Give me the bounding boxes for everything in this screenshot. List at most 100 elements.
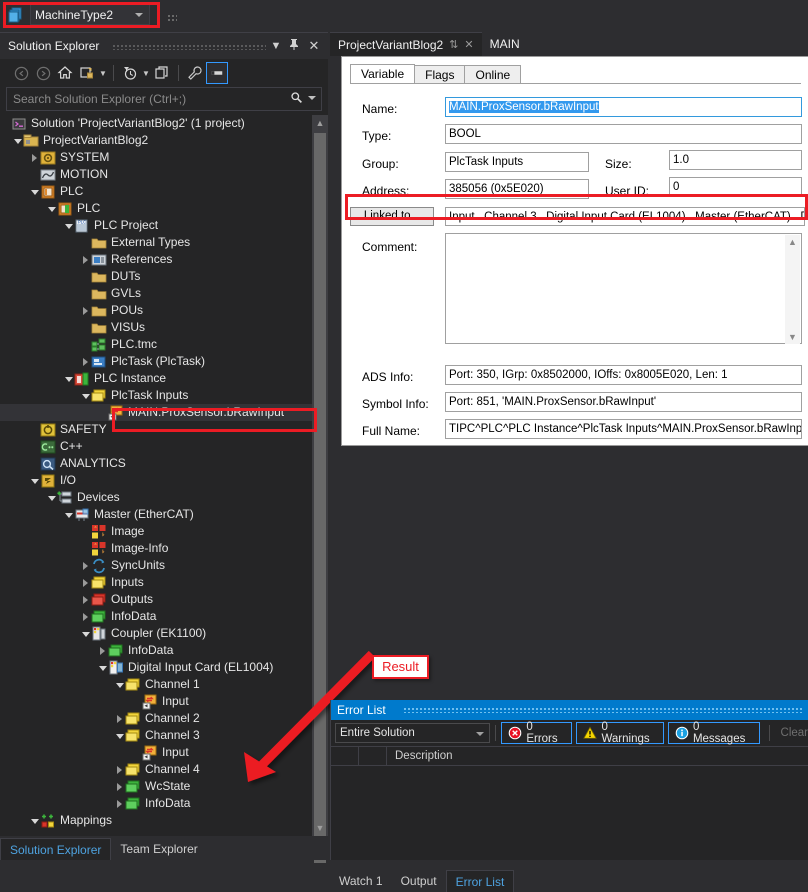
expand-icon[interactable] <box>29 149 40 166</box>
tab-watch-1[interactable]: Watch 1 <box>330 870 392 892</box>
tree-item-plc-project[interactable]: PLC PLC Project <box>0 217 312 234</box>
sync-with-active-document-icon[interactable] <box>76 62 98 84</box>
symbol-info-field[interactable]: Port: 851, 'MAIN.ProxSensor.bRawInput' <box>445 392 802 412</box>
tree-item-wcstate[interactable]: WcState <box>0 778 312 795</box>
expand-icon[interactable] <box>80 302 91 319</box>
expand-icon[interactable] <box>114 710 125 727</box>
tree-item-motion[interactable]: MOTION <box>0 166 312 183</box>
collapse-icon[interactable] <box>29 812 40 829</box>
expand-icon[interactable] <box>80 251 91 268</box>
tree-item-image-info[interactable]: Image-Info <box>0 540 312 557</box>
tab-error-list[interactable]: Error List <box>445 870 515 892</box>
scroll-up-icon[interactable]: ▲ <box>312 115 328 131</box>
errors-filter-button[interactable]: 0 Errors <box>501 721 573 745</box>
tree-item-infodata[interactable]: InfoData <box>0 795 312 812</box>
tree-item-master-ethercat[interactable]: Master (EtherCAT) <box>0 506 312 523</box>
chevron-down-icon[interactable]: ▼ <box>98 69 108 78</box>
address-field[interactable]: 385056 (0x5E020) <box>445 179 589 199</box>
expand-icon[interactable] <box>114 778 125 795</box>
collapse-icon[interactable] <box>114 676 125 693</box>
clear-button[interactable]: Clear <box>775 727 808 739</box>
properties-icon[interactable] <box>184 62 206 84</box>
tree-item-channel-1[interactable]: Channel 1 <box>0 676 312 693</box>
tree-item-mappings[interactable]: Mappings <box>0 812 312 829</box>
tree-item-system[interactable]: SYSTEM <box>0 149 312 166</box>
tree-item-plc[interactable]: PLC <box>0 200 312 217</box>
comment-scrollbar[interactable]: ▲ ▼ <box>785 235 800 344</box>
tree-item-plctask-plctask[interactable]: PlcTask (PlcTask) <box>0 353 312 370</box>
tree-item-c[interactable]: C++ <box>0 438 312 455</box>
tree-item-input[interactable]: Input <box>0 744 312 761</box>
chevron-down-icon[interactable]: ▼ <box>141 69 151 78</box>
tree-item-gvls[interactable]: GVLs <box>0 285 312 302</box>
tree-item-devices[interactable]: Devices <box>0 489 312 506</box>
tree-item-analytics[interactable]: ANALYTICS <box>0 455 312 472</box>
tree-item-external-types[interactable]: External Types <box>0 234 312 251</box>
tree-item-infodata[interactable]: InfoData <box>0 642 312 659</box>
linked-to-button[interactable]: Linked to... <box>350 207 434 226</box>
expand-icon[interactable] <box>97 642 108 659</box>
pin-icon[interactable]: ⇅ <box>449 38 458 51</box>
tree-item-syncunits[interactable]: SyncUnits <box>0 557 312 574</box>
tree-item-coupler-ek1100[interactable]: Coupler (EK1100) <box>0 625 312 642</box>
tree-item-i-o[interactable]: I/O <box>0 472 312 489</box>
refresh-icon[interactable] <box>151 62 173 84</box>
tree-item-visus[interactable]: VISUs <box>0 319 312 336</box>
tree-item-channel-2[interactable]: Channel 2 <box>0 710 312 727</box>
close-icon[interactable]: ✕ <box>464 38 473 51</box>
collapse-icon[interactable] <box>63 370 74 387</box>
collapse-icon[interactable] <box>46 200 57 217</box>
tree-item-references[interactable]: References <box>0 251 312 268</box>
collapse-icon[interactable] <box>80 387 91 404</box>
tree-item-image[interactable]: Image <box>0 523 312 540</box>
expand-icon[interactable] <box>80 608 91 625</box>
tree-item-channel-3[interactable]: Channel 3 <box>0 727 312 744</box>
tree-item-plc[interactable]: PLC <box>0 183 312 200</box>
scope-select[interactable]: Entire Solution <box>335 723 491 743</box>
linked-to-field[interactable]: Input . Channel 3 . Digital Input Card (… <box>445 207 805 226</box>
scrollbar-thumb[interactable] <box>314 133 326 863</box>
expand-icon[interactable] <box>80 557 91 574</box>
collapse-icon[interactable] <box>29 183 40 200</box>
messages-filter-button[interactable]: 0 Messages <box>667 721 760 745</box>
chevron-down-icon[interactable] <box>308 96 316 100</box>
tree-item-duts[interactable]: DUTs <box>0 268 312 285</box>
size-field[interactable]: 1.0 <box>669 150 802 170</box>
close-icon[interactable]: ✕ <box>306 38 322 54</box>
solution-tree-scrollbar[interactable]: ▲ ▼ <box>312 115 328 863</box>
comment-field[interactable]: ▲ ▼ <box>445 233 802 344</box>
collapse-icon[interactable] <box>63 217 74 234</box>
userid-field[interactable]: 0 <box>669 177 802 197</box>
collapse-icon[interactable] <box>12 132 23 149</box>
tree-item-input[interactable]: Input <box>0 693 312 710</box>
collapse-icon[interactable] <box>80 625 91 642</box>
scroll-up-icon[interactable]: ▲ <box>785 235 800 249</box>
expand-icon[interactable] <box>80 591 91 608</box>
preview-selected-items-icon[interactable] <box>206 62 228 84</box>
tab-output[interactable]: Output <box>392 870 446 892</box>
variant-combo-box[interactable]: MachineType2 <box>30 4 150 25</box>
full-name-field[interactable]: TIPC^PLC^PLC Instance^PlcTask Inputs^MAI… <box>445 419 802 439</box>
search-input[interactable]: Search Solution Explorer (Ctrl+;) <box>6 87 322 111</box>
collapse-icon[interactable] <box>46 489 57 506</box>
solution-tree[interactable]: Solution 'ProjectVariantBlog2' (1 projec… <box>0 115 312 836</box>
tree-item-outputs[interactable]: Outputs <box>0 591 312 608</box>
tree-item-plc-instance[interactable]: PLC Instance <box>0 370 312 387</box>
tree-item-safety[interactable]: SAFETY <box>0 421 312 438</box>
project-variant-selector[interactable]: MachineType2 <box>8 4 150 25</box>
tab-flags[interactable]: Flags <box>414 65 466 84</box>
tree-item-projectvariantblog2[interactable]: ProjectVariantBlog2 <box>0 132 312 149</box>
warnings-filter-button[interactable]: 0 Warnings <box>576 721 664 745</box>
tree-item-channel-4[interactable]: Channel 4 <box>0 761 312 778</box>
group-field[interactable]: PlcTask Inputs <box>445 152 589 172</box>
type-field[interactable]: BOOL <box>445 124 802 144</box>
tree-item-pous[interactable]: POUs <box>0 302 312 319</box>
tree-item-plc-tmc[interactable]: PLC.tmc <box>0 336 312 353</box>
forward-icon[interactable] <box>32 62 54 84</box>
tab-projectvariantblog2[interactable]: ProjectVariantBlog2 ⇅ ✕ <box>330 32 482 56</box>
scroll-down-icon[interactable]: ▼ <box>312 820 328 836</box>
tree-item-inputs[interactable]: Inputs <box>0 574 312 591</box>
tab-solution-explorer[interactable]: Solution Explorer <box>0 838 112 860</box>
home-icon[interactable] <box>54 62 76 84</box>
collapse-icon[interactable] <box>114 727 125 744</box>
